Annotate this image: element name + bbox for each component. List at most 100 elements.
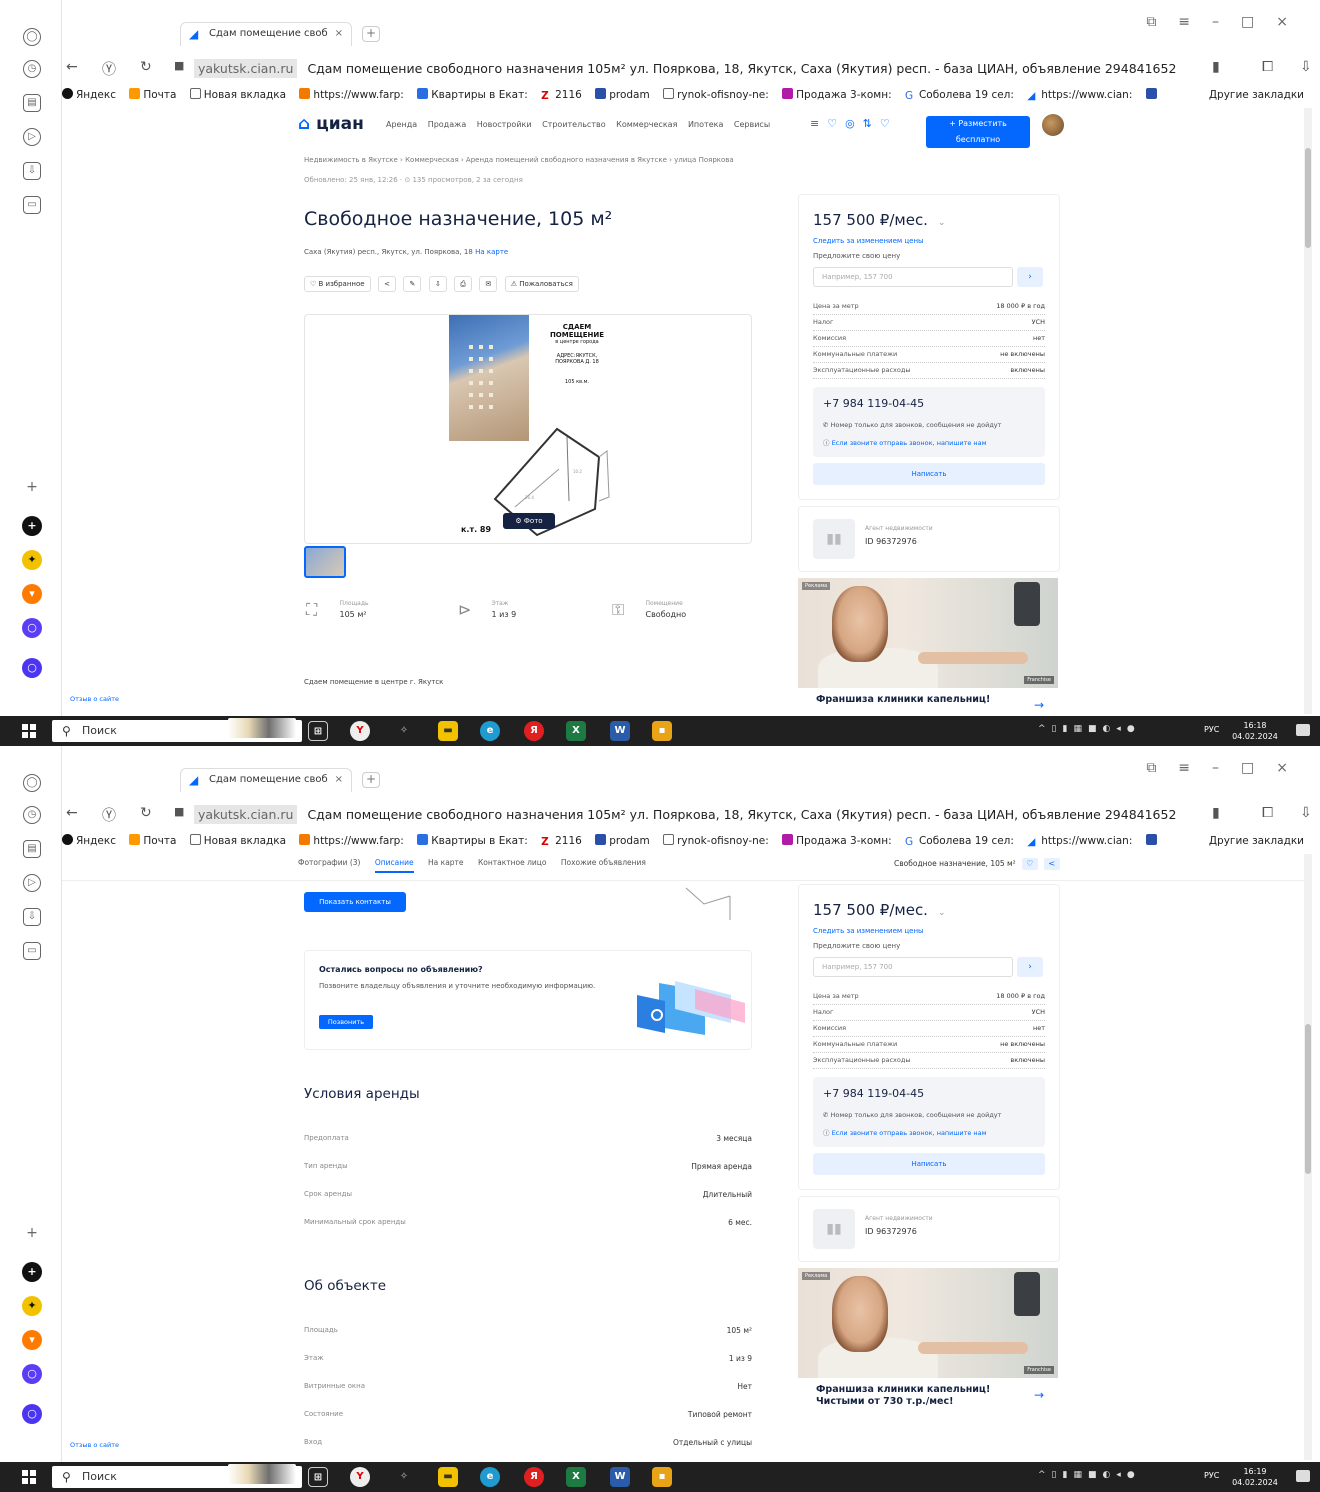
yandex-icon[interactable]: Ⓨ bbox=[102, 59, 116, 79]
call-button[interactable]: Позвонить bbox=[319, 1015, 373, 1029]
bookmark-item[interactable]: Новая вкладка bbox=[189, 830, 286, 852]
ad-title[interactable]: Франшиза клиники капельниц! Чистыми от 7… bbox=[816, 694, 1016, 706]
section-tab[interactable]: На карте bbox=[428, 858, 464, 867]
bookmark-item[interactable]: Квартиры в Екат: bbox=[417, 84, 528, 106]
app-icon[interactable]: ▪ bbox=[652, 721, 672, 741]
nav-item[interactable]: Новостройки bbox=[477, 120, 532, 129]
watch-price-link[interactable]: Следить за изменением цены bbox=[813, 927, 924, 935]
language-indicator[interactable]: РУС bbox=[1204, 725, 1219, 734]
back-icon[interactable]: ← bbox=[66, 805, 78, 821]
lock-icon[interactable]: ■ bbox=[174, 805, 184, 818]
edge-icon[interactable]: e bbox=[480, 721, 500, 741]
bookmark-item[interactable]: Яндекс bbox=[62, 84, 116, 106]
yandex-icon[interactable]: Ⓨ bbox=[102, 805, 116, 825]
word-icon[interactable]: W bbox=[610, 1467, 630, 1487]
write-button[interactable]: Написать bbox=[813, 463, 1045, 485]
excel-icon[interactable]: X bbox=[566, 1467, 586, 1487]
app-icon-5[interactable]: ○ bbox=[22, 1404, 42, 1424]
bookmark-item[interactable] bbox=[1145, 84, 1160, 106]
window-controls[interactable]: ⧉≡–□× bbox=[1146, 760, 1310, 776]
word-icon[interactable]: W bbox=[610, 721, 630, 741]
map-link[interactable]: На карте bbox=[475, 248, 508, 256]
notifications-icon[interactable] bbox=[1296, 1470, 1310, 1482]
download-button[interactable]: ⇩ bbox=[428, 276, 447, 292]
yandex-icon[interactable]: Я bbox=[524, 1467, 544, 1487]
print-button[interactable]: ⎙ bbox=[454, 276, 472, 292]
publish-button[interactable]: + Разместить бесплатно bbox=[926, 116, 1030, 148]
collections-icon[interactable]: ▤ bbox=[23, 94, 41, 112]
app-icon[interactable]: ✧ bbox=[394, 721, 414, 741]
share-button[interactable]: < bbox=[378, 276, 396, 292]
reload-icon[interactable]: ↻ bbox=[140, 59, 152, 75]
phone-number[interactable]: +7 984 119-04-45 bbox=[823, 397, 924, 410]
extension-icon[interactable]: ⧠ bbox=[1262, 805, 1273, 821]
watch-price-link[interactable]: Следить за изменением цены bbox=[813, 237, 924, 245]
agent-id[interactable]: ID 96372976 bbox=[865, 1227, 917, 1236]
add-panel-icon[interactable]: + bbox=[23, 1226, 41, 1244]
bookmark-item[interactable]: Продажа 3-комн: bbox=[782, 830, 892, 852]
collections-icon[interactable]: ▤ bbox=[23, 840, 41, 858]
language-indicator[interactable]: РУС bbox=[1204, 1471, 1219, 1480]
bookmark-item[interactable]: ◢ https://www.cian: bbox=[1027, 84, 1132, 106]
chevron-down-icon[interactable]: ⌄ bbox=[938, 218, 946, 228]
feedback-link[interactable]: Отзыв о сайте bbox=[62, 692, 142, 706]
bookmark-item[interactable]: Z 2116 bbox=[541, 830, 582, 852]
offer-price-input[interactable]: Например, 157 700 bbox=[813, 957, 1013, 977]
mail-button[interactable]: ✉ bbox=[479, 276, 498, 292]
clock[interactable]: 16:19 04.02.2024 bbox=[1232, 1466, 1278, 1488]
feedback-link[interactable]: Отзыв о сайте bbox=[62, 1438, 142, 1452]
download-icon[interactable]: ⇩ bbox=[1300, 805, 1312, 821]
reload-icon[interactable]: ↻ bbox=[140, 805, 152, 821]
profile-icon[interactable]: ◯ bbox=[23, 28, 41, 46]
excel-icon[interactable]: X bbox=[566, 721, 586, 741]
history-icon[interactable]: ◷ bbox=[23, 60, 41, 78]
app-icon[interactable]: ▪ bbox=[652, 1467, 672, 1487]
edge-icon[interactable]: e bbox=[480, 1467, 500, 1487]
complain-button[interactable]: ⚠ Пожаловаться bbox=[504, 276, 579, 292]
task-view-icon[interactable]: ⊞ bbox=[308, 1467, 328, 1487]
task-view-icon[interactable]: ⊞ bbox=[308, 721, 328, 741]
photo-thumbnail[interactable] bbox=[304, 546, 346, 578]
bookmark-item[interactable] bbox=[1145, 830, 1160, 852]
bookmark-item[interactable]: rynok-ofisnoy-ne: bbox=[663, 830, 769, 852]
section-tab[interactable]: Контактное лицо bbox=[478, 858, 547, 867]
bookmark-item[interactable]: Квартиры в Екат: bbox=[417, 830, 528, 852]
app-icon-4[interactable]: ○ bbox=[22, 1364, 42, 1384]
agent-id[interactable]: ID 96372976 bbox=[865, 537, 917, 546]
section-tab[interactable]: Фотографии (3) bbox=[298, 858, 360, 867]
ad-title[interactable]: Франшиза клиники капельниц! Чистыми от 7… bbox=[816, 1384, 1016, 1408]
browser-tab[interactable]: ◢ Сдам помещение своб × bbox=[180, 22, 352, 46]
app-icon-5[interactable]: ○ bbox=[22, 658, 42, 678]
send-offer-button[interactable]: › bbox=[1017, 267, 1043, 287]
heart-icon[interactable]: ♡ bbox=[1021, 858, 1038, 870]
nav-item[interactable]: Коммерческая bbox=[616, 120, 677, 129]
yandex-browser-icon[interactable]: Y bbox=[350, 721, 370, 741]
explorer-icon[interactable]: ▬ bbox=[438, 1467, 458, 1487]
window-controls[interactable]: ⧉≡–□× bbox=[1146, 14, 1310, 30]
nav-item[interactable]: Ипотека bbox=[688, 120, 723, 129]
play-icon[interactable]: ▷ bbox=[23, 874, 41, 892]
favorite-button[interactable]: ♡ В избранное bbox=[304, 276, 371, 292]
bookmark-item[interactable]: Почта bbox=[129, 84, 176, 106]
nav-item[interactable]: Строительство bbox=[542, 120, 606, 129]
bookmark-item[interactable]: G Соболева 19 сел: bbox=[905, 830, 1014, 852]
lock-icon[interactable]: ■ bbox=[174, 59, 184, 72]
show-contacts-button[interactable]: Показать контакты bbox=[304, 892, 406, 912]
system-tray[interactable]: ^▯▮▦■◐◂● bbox=[1038, 1470, 1141, 1480]
phone-number[interactable]: +7 984 119-04-45 bbox=[823, 1087, 924, 1100]
browser-tab[interactable]: ◢ Сдам помещение своб × bbox=[180, 768, 352, 792]
send-offer-button[interactable]: › bbox=[1017, 957, 1043, 977]
ad-image[interactable]: Реклама Franchise bbox=[798, 1268, 1058, 1378]
download-icon[interactable]: ⇩ bbox=[1300, 59, 1312, 75]
chevron-down-icon[interactable]: ⌄ bbox=[938, 908, 946, 918]
explorer-icon[interactable]: ▬ bbox=[438, 721, 458, 741]
screenshot-icon[interactable]: ▭ bbox=[23, 942, 41, 960]
close-tab-icon[interactable]: × bbox=[335, 23, 343, 45]
nav-item[interactable]: Аренда bbox=[386, 120, 417, 129]
bookmark-icon[interactable]: ▮ bbox=[1212, 59, 1220, 75]
section-tab-active[interactable]: Описание bbox=[374, 858, 414, 873]
app-icon-4[interactable]: ○ bbox=[22, 618, 42, 638]
new-tab-button[interactable]: + bbox=[362, 772, 380, 788]
yandex-browser-icon[interactable]: Y bbox=[350, 1467, 370, 1487]
bookmark-item[interactable]: Почта bbox=[129, 830, 176, 852]
